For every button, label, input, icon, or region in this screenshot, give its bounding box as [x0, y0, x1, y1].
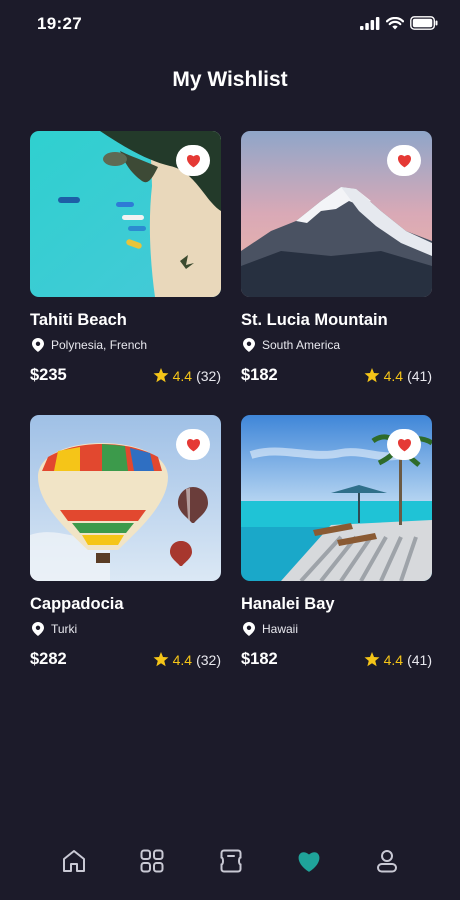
rating: 4.4 (41): [364, 368, 432, 384]
status-bar: 19:27: [0, 0, 460, 50]
grid-icon: [140, 849, 164, 873]
location-pin-icon: [243, 622, 255, 636]
price: $282: [30, 650, 67, 668]
destination-name: Tahiti Beach: [30, 311, 127, 329]
location-pin-icon: [32, 338, 44, 352]
page-title: My Wishlist: [172, 68, 288, 91]
wishlist-card[interactable]: Hanalei Bay Hawaii $182 4.4 (41): [241, 415, 432, 699]
price: $235: [30, 366, 67, 384]
destination-name: Hanalei Bay: [241, 595, 335, 613]
review-count: (32): [196, 651, 221, 668]
favorite-button[interactable]: [387, 429, 421, 460]
star-icon: [153, 652, 169, 667]
rating: 4.4 (41): [364, 652, 432, 668]
rating-value: 4.4: [383, 651, 404, 668]
star-icon: [364, 368, 380, 383]
destination-image[interactable]: [30, 131, 221, 297]
destination-location: Hawaii: [241, 622, 432, 636]
review-count: (41): [407, 367, 432, 384]
review-count: (32): [196, 367, 221, 384]
wishlist-grid: Tahiti Beach Polynesia, French $235 4.4 …: [30, 131, 432, 699]
heart-icon: [397, 155, 411, 168]
destination-image[interactable]: [30, 415, 221, 581]
bottom-nav: [0, 842, 460, 882]
profile-icon: [377, 850, 397, 873]
rating-value: 4.4: [172, 367, 193, 384]
destination-name: St. Lucia Mountain: [241, 311, 388, 329]
status-icons: [360, 16, 438, 30]
wishlist-card[interactable]: Cappadocia Turki $282 4.4 (32): [30, 415, 221, 699]
heart-icon: [186, 439, 200, 452]
heart-icon: [186, 155, 200, 168]
price: $182: [241, 650, 278, 668]
favorite-button[interactable]: [387, 145, 421, 176]
favorite-button[interactable]: [176, 145, 210, 176]
wishlist-card[interactable]: Tahiti Beach Polynesia, French $235 4.4 …: [30, 131, 221, 415]
location-text: South America: [262, 338, 341, 352]
location-pin-icon: [243, 338, 255, 352]
nav-profile[interactable]: [372, 846, 402, 876]
review-count: (41): [407, 651, 432, 668]
nav-explore[interactable]: [137, 846, 167, 876]
location-text: Hawaii: [262, 622, 299, 636]
status-time: 19:27: [37, 14, 82, 33]
home-icon: [63, 850, 85, 872]
rating: 4.4 (32): [153, 368, 221, 384]
wifi-icon: [386, 16, 404, 29]
favorite-button[interactable]: [176, 429, 210, 460]
battery-icon: [410, 16, 438, 30]
destination-location: South America: [241, 338, 432, 352]
nav-tickets[interactable]: [216, 846, 246, 876]
nav-home[interactable]: [59, 846, 89, 876]
heart-icon: [397, 439, 411, 452]
destination-location: Polynesia, French: [30, 338, 221, 352]
signal-icon: [360, 16, 380, 30]
price: $182: [241, 366, 278, 384]
nav-wishlist[interactable]: [294, 846, 324, 876]
destination-location: Turki: [30, 622, 221, 636]
star-icon: [153, 368, 169, 383]
rating: 4.4 (32): [153, 652, 221, 668]
heart-icon: [298, 852, 320, 872]
rating-value: 4.4: [172, 651, 193, 668]
location-pin-icon: [32, 622, 44, 636]
location-text: Polynesia, French: [51, 338, 148, 352]
destination-name: Cappadocia: [30, 595, 124, 613]
destination-image[interactable]: [241, 131, 432, 297]
ticket-icon: [220, 849, 242, 873]
rating-value: 4.4: [383, 367, 404, 384]
location-text: Turki: [51, 622, 78, 636]
star-icon: [364, 652, 380, 667]
wishlist-card[interactable]: St. Lucia Mountain South America $182 4.…: [241, 131, 432, 415]
destination-image[interactable]: [241, 415, 432, 581]
